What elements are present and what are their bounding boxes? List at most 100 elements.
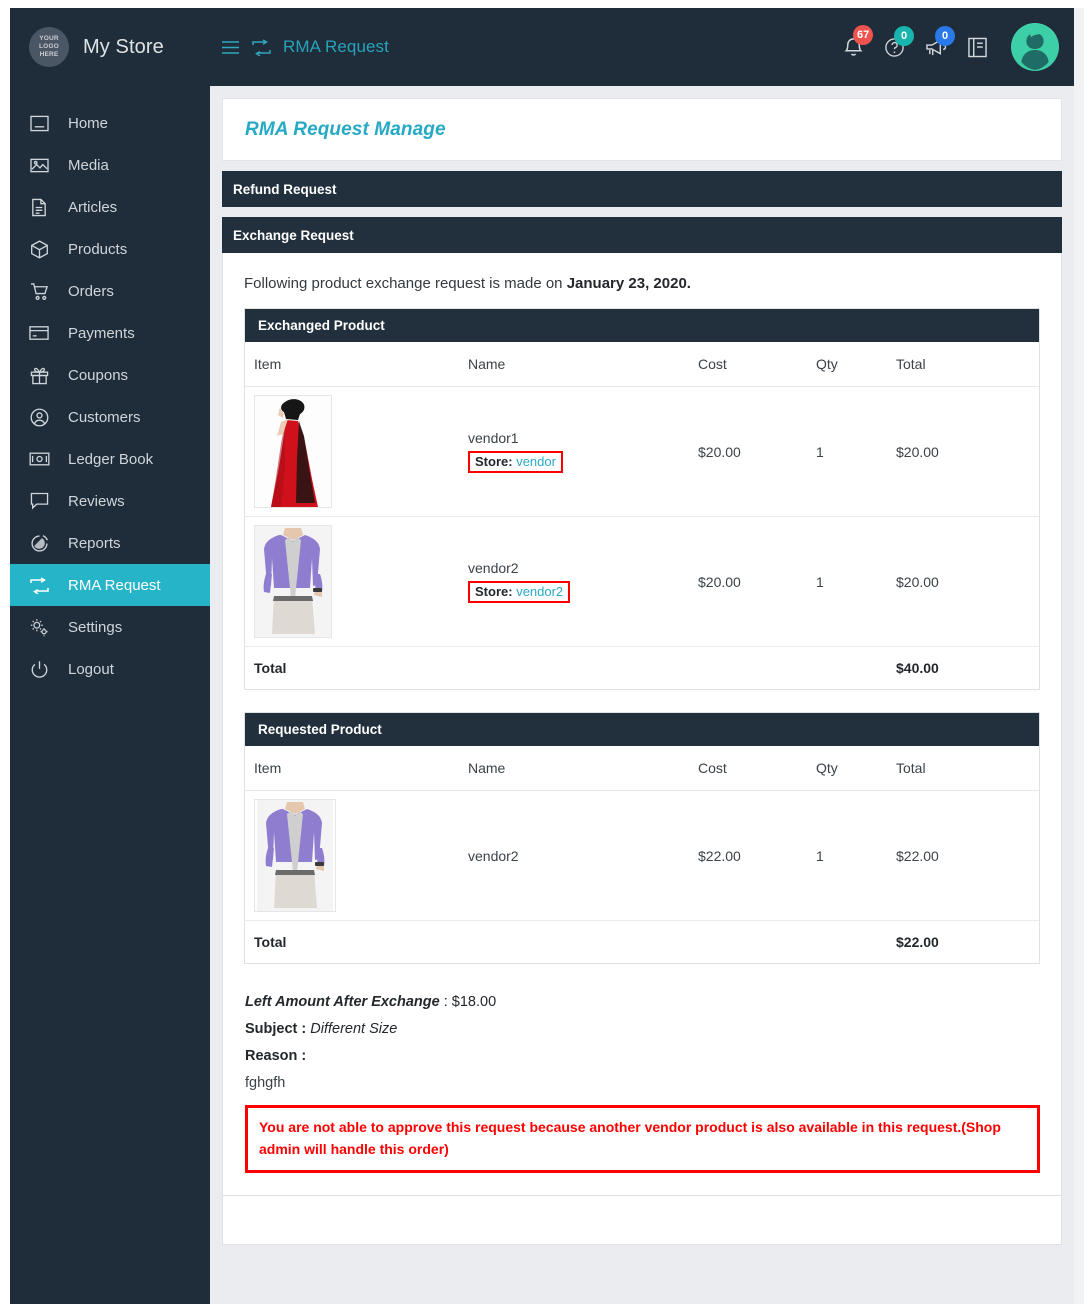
requested-product-table: Requested Product Item Name Cost Qty Tot… bbox=[244, 712, 1040, 964]
sidebar-item-articles[interactable]: Articles bbox=[10, 186, 210, 228]
user-avatar-icon[interactable] bbox=[1011, 23, 1059, 71]
column-header-name: Name bbox=[460, 342, 690, 387]
credit-card-icon bbox=[28, 325, 50, 341]
column-header-total: Total bbox=[888, 342, 1039, 387]
product-cost: $22.00 bbox=[690, 790, 808, 921]
product-thumbnail-cell bbox=[245, 386, 460, 517]
sidebar-item-label: Reviews bbox=[68, 492, 125, 510]
request-details: Left Amount After Exchange : $18.00 Subj… bbox=[244, 986, 1040, 1174]
table-row: vendor2 $22.00 1 $22.00 bbox=[245, 790, 1039, 921]
refund-request-panel-header[interactable]: Refund Request bbox=[222, 171, 1062, 207]
exchange-intro-prefix: Following product exchange request is ma… bbox=[244, 275, 567, 292]
box-icon bbox=[28, 239, 50, 259]
sidebar-item-payments[interactable]: Payments bbox=[10, 312, 210, 354]
requested-total-value: $22.00 bbox=[896, 934, 939, 950]
gears-icon bbox=[28, 618, 50, 637]
product-thumbnail-cell bbox=[245, 516, 460, 647]
store-name-link[interactable]: vendor bbox=[516, 454, 556, 469]
product-thumbnail-cell bbox=[245, 790, 460, 921]
column-header-item: Item bbox=[245, 746, 460, 791]
column-header-name: Name bbox=[460, 746, 690, 791]
gift-icon bbox=[28, 366, 50, 385]
help-button[interactable]: 0 bbox=[884, 25, 914, 58]
comment-icon bbox=[28, 492, 50, 510]
page-scrollbar[interactable] bbox=[1074, 8, 1084, 1304]
store-name-link[interactable]: vendor2 bbox=[516, 584, 563, 599]
product-qty: 1 bbox=[808, 516, 888, 647]
sidebar-item-products[interactable]: Products bbox=[10, 228, 210, 270]
sidebar-item-label: Media bbox=[68, 156, 109, 174]
sidebar-item-logout[interactable]: Logout bbox=[10, 648, 210, 690]
sidebar-top-spacer bbox=[10, 86, 210, 102]
document-icon bbox=[28, 198, 50, 217]
store-logo-icon: YOUR LOGO HERE bbox=[29, 27, 69, 67]
spacer-cell bbox=[690, 647, 808, 690]
table-row: vendor2 Store: vendor2 $20.00 1 $20.00 bbox=[245, 516, 1039, 647]
subject-value: Different Size bbox=[310, 1021, 398, 1037]
product-qty: 1 bbox=[808, 790, 888, 921]
exchange-request-date: January 23, 2020. bbox=[566, 275, 691, 292]
store-badge: Store: vendor bbox=[468, 451, 563, 473]
product-total: $22.00 bbox=[888, 790, 1039, 921]
table-row: vendor1 Store: vendor $20.00 1 $20.00 bbox=[245, 386, 1039, 517]
sidebar-item-reviews[interactable]: Reviews bbox=[10, 480, 210, 522]
sidebar-item-reports[interactable]: Reports bbox=[10, 522, 210, 564]
sidebar-item-settings[interactable]: Settings bbox=[10, 606, 210, 648]
rma-exchange-icon bbox=[28, 576, 50, 594]
topbar-nav: RMA Request bbox=[221, 37, 389, 57]
exchanged-product-title: Exchanged Product bbox=[245, 309, 1039, 342]
store-label: Store: bbox=[475, 584, 513, 599]
topbar-actions: 67 0 0 bbox=[843, 8, 1059, 86]
logo-line-2: LOGO bbox=[39, 43, 59, 51]
exchange-request-panel-body: Following product exchange request is ma… bbox=[222, 253, 1062, 1246]
dashboard-icon bbox=[28, 115, 50, 132]
reason-label: Reason : bbox=[245, 1048, 307, 1064]
sidebar-item-home[interactable]: Home bbox=[10, 102, 210, 144]
table-total-row: Total $40.00 bbox=[245, 647, 1039, 690]
sidebar-item-label: Articles bbox=[68, 198, 118, 216]
sidebar-item-label: RMA Request bbox=[68, 576, 161, 594]
sidebar-item-ledger-book[interactable]: Ledger Book bbox=[10, 438, 210, 480]
spacer-cell bbox=[460, 921, 690, 964]
notifications-button[interactable]: 67 bbox=[843, 25, 874, 58]
red-gown-product-image[interactable] bbox=[254, 395, 332, 508]
sidebar-item-rma-request[interactable]: RMA Request bbox=[10, 564, 210, 606]
sidebar-item-orders[interactable]: Orders bbox=[10, 270, 210, 312]
exchanged-product-table: Exchanged Product Item Name Cost Qty Tot… bbox=[244, 308, 1040, 690]
sidebar-item-media[interactable]: Media bbox=[10, 144, 210, 186]
purple-shirt-product-image[interactable] bbox=[254, 799, 336, 912]
user-circle-icon bbox=[28, 408, 50, 427]
spacer-cell bbox=[460, 647, 690, 690]
brand[interactable]: YOUR LOGO HERE My Store bbox=[10, 8, 210, 86]
announcements-button[interactable]: 0 bbox=[925, 26, 955, 57]
column-header-total: Total bbox=[888, 746, 1039, 791]
breadcrumb[interactable]: RMA Request bbox=[283, 37, 389, 57]
hamburger-icon[interactable] bbox=[221, 40, 240, 55]
sidebar-item-label: Coupons bbox=[68, 366, 129, 384]
product-cost: $20.00 bbox=[690, 516, 808, 647]
exchanged-total-label: Total bbox=[254, 660, 287, 676]
money-icon bbox=[28, 452, 50, 466]
sidebar-item-customers[interactable]: Customers bbox=[10, 396, 210, 438]
product-name-cell: vendor1 Store: vendor bbox=[460, 386, 690, 517]
power-icon bbox=[28, 660, 50, 679]
product-total: $20.00 bbox=[888, 516, 1039, 647]
product-cost: $20.00 bbox=[690, 386, 808, 517]
sidebar-item-label: Reports bbox=[68, 534, 121, 552]
column-header-qty: Qty bbox=[808, 342, 888, 387]
sidebar-item-label: Orders bbox=[68, 282, 114, 300]
rma-exchange-icon bbox=[251, 38, 272, 56]
exchange-request-panel-header[interactable]: Exchange Request bbox=[222, 217, 1062, 253]
panel-footer-space bbox=[244, 1196, 1040, 1245]
purple-shirt-product-image[interactable] bbox=[254, 525, 332, 638]
sidebar-item-label: Logout bbox=[68, 660, 114, 678]
reason-value: fghgfh bbox=[245, 1075, 286, 1091]
sidebar-item-label: Payments bbox=[68, 324, 135, 342]
column-header-cost: Cost bbox=[690, 342, 808, 387]
book-icon[interactable] bbox=[968, 37, 987, 58]
column-header-qty: Qty bbox=[808, 746, 888, 791]
requested-product-title: Requested Product bbox=[245, 713, 1039, 746]
sidebar-item-coupons[interactable]: Coupons bbox=[10, 354, 210, 396]
left-amount-row: Left Amount After Exchange : $18.00 bbox=[245, 994, 1040, 1010]
cart-icon bbox=[28, 282, 50, 301]
